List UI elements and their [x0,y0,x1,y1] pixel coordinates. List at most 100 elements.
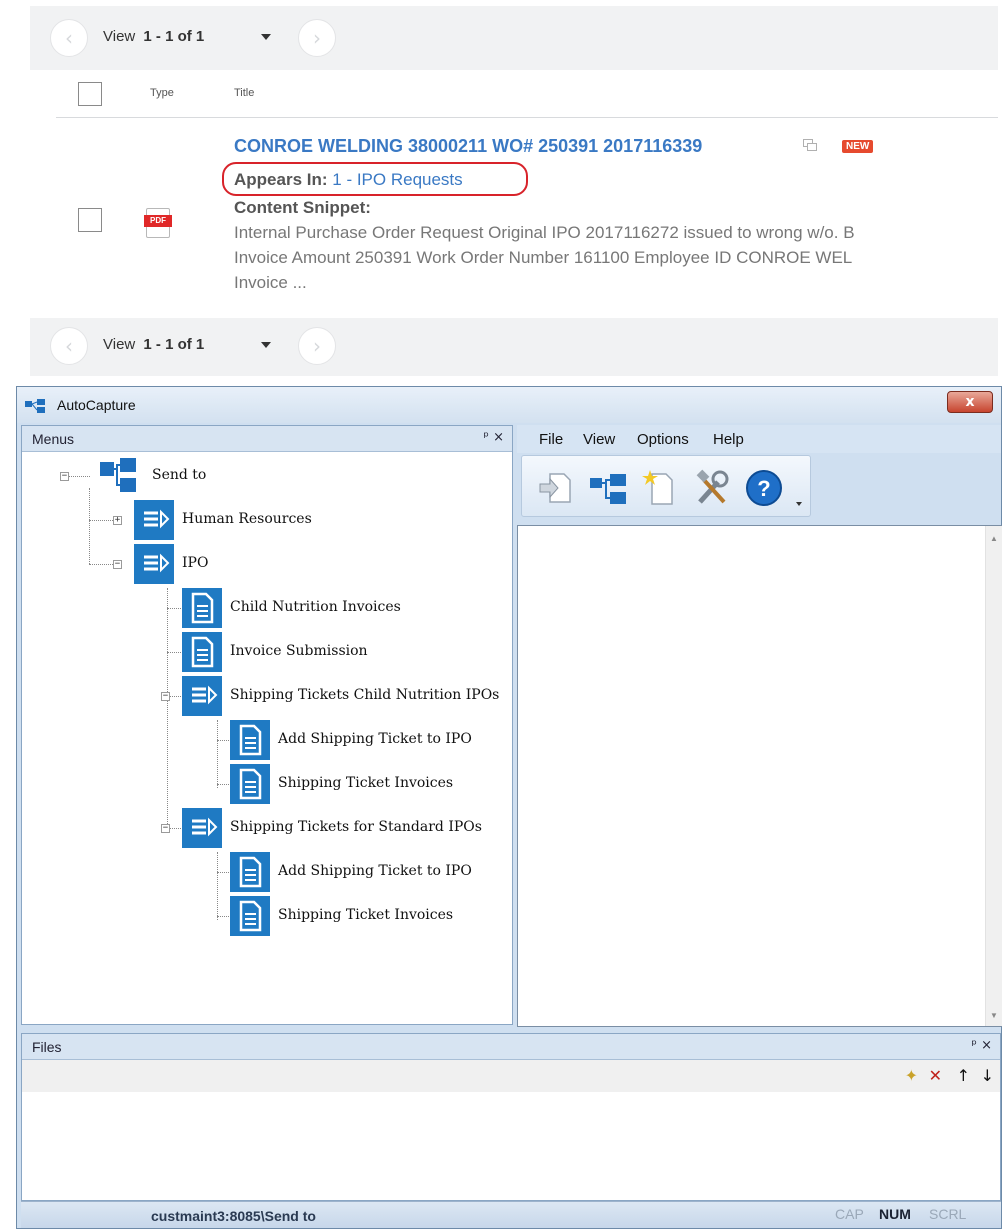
document-icon [230,720,270,760]
files-pane: Files ᵖ × ✦ ✕ ↑ ↓ [21,1033,1001,1201]
menu-help[interactable]: Help [713,431,744,448]
menu-bar: File View Options Help [517,425,1001,453]
view-label: View [103,336,136,353]
tree-node-label: Shipping Ticket Invoices [278,775,454,791]
snippet-label: Content Snippet: [234,198,371,217]
vertical-scrollbar[interactable]: ▲ ▼ [985,526,1002,1026]
status-bar: custmaint3:8085\Send to CAP NUM SCRL [21,1201,1001,1228]
new-file-icon[interactable]: ✦ [905,1066,918,1085]
move-down-icon[interactable]: ↓ [981,1066,994,1085]
chevron-right-icon: › [313,334,321,358]
hierarchy-icon[interactable] [588,468,628,508]
snippet-line: Internal Purchase Order Request Original… [234,223,855,242]
import-icon[interactable] [536,468,576,508]
tree-node-label: Send to [152,467,207,483]
menu-file[interactable]: File [539,431,563,448]
tree-node-label: Shipping Tickets for Standard IPOs [230,819,482,835]
search-results-panel: ‹ View 1 - 1 of 1 › Type Title PDF CONRO… [30,0,998,376]
chevron-right-icon: › [313,26,321,50]
scroll-lock-indicator: SCRL [929,1206,967,1222]
prev-page-button[interactable]: ‹ [50,327,88,365]
range-label: 1 - 1 of 1 [143,336,205,353]
menus-pane: Menus ᵖ × − + − − − Send to Human Resour… [21,425,513,1025]
row-checkbox[interactable] [78,208,102,232]
close-button[interactable]: x [947,391,993,413]
collapse-toggle[interactable]: − [161,692,170,701]
scroll-up-icon[interactable]: ▲ [990,534,998,543]
pin-close-icon[interactable]: ᵖ × [971,1038,992,1053]
snippet-line: Invoice ... [234,273,307,292]
prev-page-button[interactable]: ‹ [50,19,88,57]
range-dropdown-icon[interactable] [261,342,271,348]
column-header-title[interactable]: Title [234,87,254,99]
collapse-toggle[interactable]: − [60,472,69,481]
view-range: View 1 - 1 of 1 [103,336,204,353]
pdf-tag: PDF [144,215,172,227]
files-pane-header: Files ᵖ × [22,1034,1000,1060]
menu-list-icon [182,808,222,848]
document-icon [182,632,222,672]
move-up-icon[interactable]: ↑ [957,1066,970,1085]
tree-node-label: Shipping Ticket Invoices [278,907,454,923]
delete-icon[interactable]: ✕ [929,1066,942,1085]
status-path: custmaint3:8085\Send to [151,1208,316,1224]
scroll-down-icon[interactable]: ▼ [990,1011,998,1020]
document-icon [182,588,222,628]
document-icon [230,896,270,936]
pin-close-icon[interactable]: ᵖ × [483,430,504,445]
menu-options[interactable]: Options [637,431,689,448]
view-range: View 1 - 1 of 1 [103,28,204,45]
tools-icon[interactable] [692,468,732,508]
title-bar[interactable]: AutoCapture x [17,387,1001,423]
range-dropdown-icon[interactable] [261,34,271,40]
tree-node-label: Child Nutrition Invoices [230,599,401,615]
highlight-ring [222,162,528,196]
collapse-toggle[interactable]: − [113,560,122,569]
tree-node-label: Invoice Submission [230,643,368,659]
menu-list-icon [182,676,222,716]
num-lock-indicator: NUM [879,1206,911,1222]
pager-top: ‹ View 1 - 1 of 1 › [30,6,998,70]
tree-node-label: Shipping Tickets Child Nutrition IPOs [230,687,500,703]
select-all-checkbox[interactable] [78,82,102,106]
window-title: AutoCapture [57,397,136,413]
next-page-button[interactable]: › [298,327,336,365]
files-pane-title: Files [32,1039,62,1055]
tree-node-label: IPO [182,555,209,571]
expand-toggle[interactable]: + [113,516,122,525]
menu-list-icon [134,544,174,584]
results-header-row: Type Title [56,70,998,118]
range-label: 1 - 1 of 1 [143,28,205,45]
view-label: View [103,28,136,45]
document-icon [230,852,270,892]
tree-node-label: Add Shipping Ticket to IPO [278,863,472,879]
menus-pane-title: Menus [32,431,75,447]
copy-icon[interactable] [803,139,817,151]
next-page-button[interactable]: › [298,19,336,57]
new-badge: NEW [842,140,874,153]
tree-node-label: Human Resources [182,511,312,527]
result-title-link[interactable]: CONROE WELDING 38000211 WO# 250391 20171… [234,136,702,157]
caps-lock-indicator: CAP [835,1206,864,1222]
pdf-icon: PDF [144,208,172,238]
document-icon [230,764,270,804]
help-icon[interactable]: ? [744,468,784,508]
svg-text:?: ? [757,476,770,501]
content-snippet: Internal Purchase Order Request Original… [234,220,998,295]
menus-pane-header: Menus ᵖ × [22,426,512,452]
new-document-icon[interactable] [640,468,680,508]
autocapture-window: AutoCapture x Menus ᵖ × − + − − − Send t… [16,386,1002,1229]
menu-view[interactable]: View [583,431,615,448]
tree-node-label: Add Shipping Ticket to IPO [278,731,472,747]
snippet-line: Invoice Amount 250391 Work Order Number … [234,248,853,267]
column-header-type[interactable]: Type [150,87,174,99]
result-row: PDF CONROE WELDING 38000211 WO# 250391 2… [56,118,998,316]
menu-list-icon [134,500,174,540]
toolbar-overflow-icon[interactable] [796,502,802,508]
menu-tree: − + − − − Send to Human Resources IPO Ch… [22,452,512,1024]
editor-area[interactable]: ▲ ▼ [517,525,1002,1027]
pager-bottom: ‹ View 1 - 1 of 1 › [30,318,998,376]
collapse-toggle[interactable]: − [161,824,170,833]
app-icon [25,399,45,413]
main-toolbar: ? [521,455,811,517]
